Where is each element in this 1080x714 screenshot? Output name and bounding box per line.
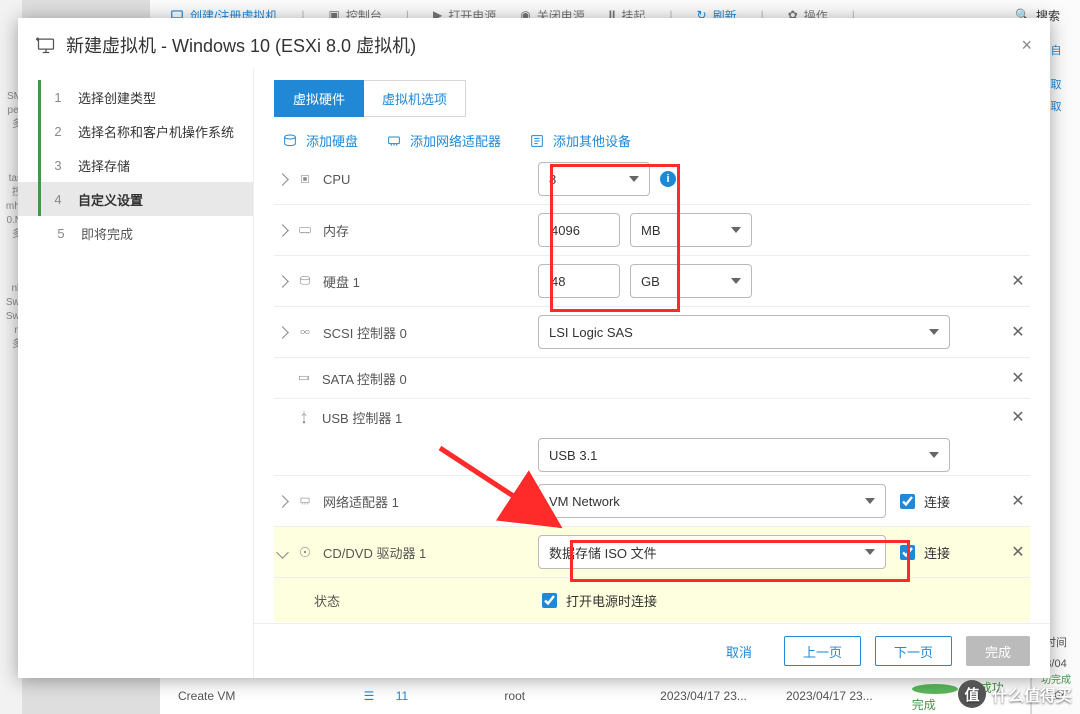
- row-cdrom: CD/DVD 驱动器 1 数据存储 ISO 文件 连接 ✕: [274, 526, 1030, 577]
- row-sata-label: SATA 控制器 0: [274, 369, 556, 388]
- sata-icon: [296, 371, 312, 385]
- disk-remove-icon[interactable]: ✕: [1006, 271, 1030, 291]
- scsi-icon: [297, 325, 313, 339]
- tab-vm-options[interactable]: 虚拟机选项: [364, 80, 466, 117]
- cancel-button[interactable]: 取消: [708, 636, 770, 666]
- wizard-step-3[interactable]: 3选择存储: [18, 148, 253, 182]
- modal-title: 新建虚拟机 - Windows 10 (ESXi 8.0 虚拟机): [66, 32, 416, 58]
- add-nic-button[interactable]: 添加网络适配器: [386, 131, 501, 150]
- cpu-count-select[interactable]: 8: [538, 162, 650, 196]
- memory-unit-select[interactable]: MB: [630, 213, 752, 247]
- row-memory-label[interactable]: 内存: [274, 221, 538, 240]
- nic-remove-icon[interactable]: ✕: [1006, 491, 1030, 511]
- background-task-row: Create VM ☰ 11 root 2023/04/17 23... 202…: [160, 677, 1030, 714]
- next-button[interactable]: 下一页: [875, 636, 952, 666]
- wizard-step-2[interactable]: 2选择名称和客户机操作系统: [18, 114, 253, 148]
- sata-remove-icon[interactable]: ✕: [1006, 368, 1030, 388]
- add-disk-button[interactable]: 添加硬盘: [282, 131, 358, 150]
- row-cdrom-status: 状态 打开电源时连接: [274, 577, 1030, 622]
- row-scsi: SCSI 控制器 0 LSI Logic SAS ✕: [274, 306, 1030, 357]
- usb-remove-icon[interactable]: ✕: [1006, 407, 1030, 427]
- tab-virtual-hardware[interactable]: 虚拟硬件: [274, 80, 364, 117]
- memory-icon: [297, 223, 313, 237]
- usb-version-select[interactable]: USB 3.1: [538, 438, 950, 472]
- row-sata: SATA 控制器 0 ✕: [274, 357, 1030, 398]
- cpu-info-icon[interactable]: i: [660, 171, 676, 187]
- row-memory: 内存 MB: [274, 204, 1030, 255]
- row-nic-label[interactable]: 网络适配器 1: [274, 492, 538, 511]
- wizard-step-4[interactable]: 4自定义设置: [18, 182, 253, 216]
- row-cdrom-label[interactable]: CD/DVD 驱动器 1: [274, 543, 538, 562]
- row-cpu-label[interactable]: CPU: [274, 172, 538, 187]
- memory-input[interactable]: [538, 213, 620, 247]
- cdrom-connect-checkbox[interactable]: 连接: [896, 542, 950, 563]
- row-cpu: CPU 8 i: [274, 154, 1030, 204]
- disk-size-input[interactable]: [538, 264, 620, 298]
- modal-header: 新建虚拟机 - Windows 10 (ESXi 8.0 虚拟机) ×: [18, 18, 1050, 68]
- scsi-type-select[interactable]: LSI Logic SAS: [538, 315, 950, 349]
- new-vm-icon: [36, 35, 56, 55]
- wizard-step-5: 5即将完成: [18, 216, 253, 250]
- wizard-sidebar: 1选择创建类型 2选择名称和客户机操作系统 3选择存储 4自定义设置 5即将完成: [18, 68, 254, 678]
- config-tabs: 虚拟硬件 虚拟机选项: [254, 68, 1050, 117]
- finish-button: 完成: [966, 636, 1030, 666]
- cdrom-source-select[interactable]: 数据存储 ISO 文件: [538, 535, 886, 569]
- new-vm-modal: 新建虚拟机 - Windows 10 (ESXi 8.0 虚拟机) × 1选择创…: [18, 18, 1050, 678]
- nic-icon: [297, 494, 313, 508]
- cdrom-poweron-connect-checkbox[interactable]: 打开电源时连接: [538, 590, 657, 611]
- row-scsi-label[interactable]: SCSI 控制器 0: [274, 323, 538, 342]
- cdrom-remove-icon[interactable]: ✕: [1006, 542, 1030, 562]
- add-other-button[interactable]: 添加其他设备: [529, 131, 631, 150]
- add-device-bar: 添加硬盘 添加网络适配器 添加其他设备: [254, 117, 1050, 154]
- cpu-icon: [297, 172, 313, 186]
- row-nic: 网络适配器 1 VM Network 连接 ✕: [274, 475, 1030, 526]
- cdrom-status-label: 状态: [314, 591, 538, 610]
- row-disk-label[interactable]: 硬盘 1: [274, 272, 538, 291]
- wizard-footer: 取消 上一页 下一页 完成: [254, 623, 1050, 678]
- wizard-step-1[interactable]: 1选择创建类型: [18, 80, 253, 114]
- cdrom-icon: [297, 545, 313, 559]
- usb-icon: [296, 410, 312, 424]
- row-usb: USB 控制器 1 ✕ USB 3.1: [274, 398, 1030, 475]
- scsi-remove-icon[interactable]: ✕: [1006, 322, 1030, 342]
- modal-close-icon[interactable]: ×: [1021, 35, 1032, 56]
- row-disk: 硬盘 1 GB ✕: [274, 255, 1030, 306]
- disk-icon: [297, 274, 313, 288]
- nic-network-select[interactable]: VM Network: [538, 484, 886, 518]
- watermark: 值什么值得买: [958, 680, 1072, 708]
- disk-unit-select[interactable]: GB: [630, 264, 752, 298]
- nic-connect-checkbox[interactable]: 连接: [896, 491, 950, 512]
- prev-button[interactable]: 上一页: [784, 636, 861, 666]
- row-usb-label: USB 控制器 1: [274, 408, 556, 427]
